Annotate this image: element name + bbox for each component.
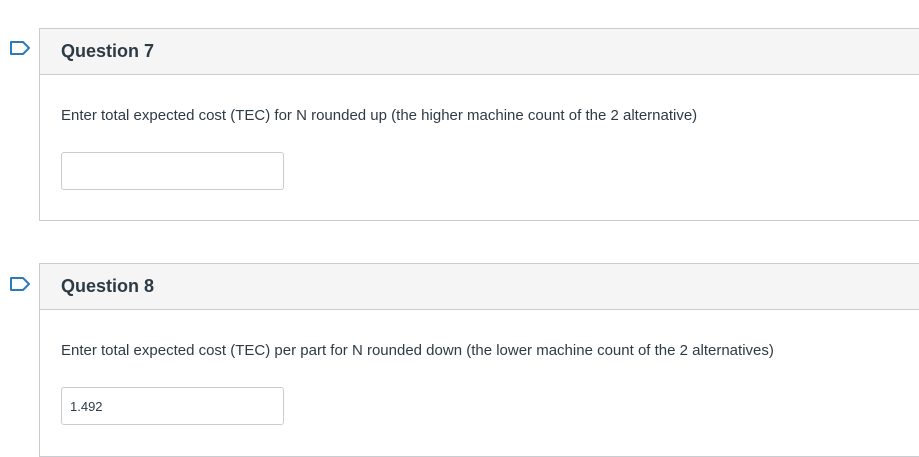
question-8-header: Question 8 [40,264,919,310]
question-7-header: Question 7 [40,29,919,75]
question-8-title: Question 8 [61,276,155,296]
question-8: Question 8 Enter total expected cost (TE… [39,263,919,457]
flag-question-7-icon[interactable] [9,40,31,56]
question-7: Question 7 Enter total expected cost (TE… [39,28,919,221]
question-8-answer-input[interactable] [61,387,284,425]
flag-question-8-icon[interactable] [9,276,31,292]
question-7-title: Question 7 [61,41,155,61]
question-8-text: Enter total expected cost (TEC) per part… [61,342,774,359]
question-7-answer-input[interactable] [61,152,284,190]
question-7-text: Enter total expected cost (TEC) for N ro… [61,107,698,124]
